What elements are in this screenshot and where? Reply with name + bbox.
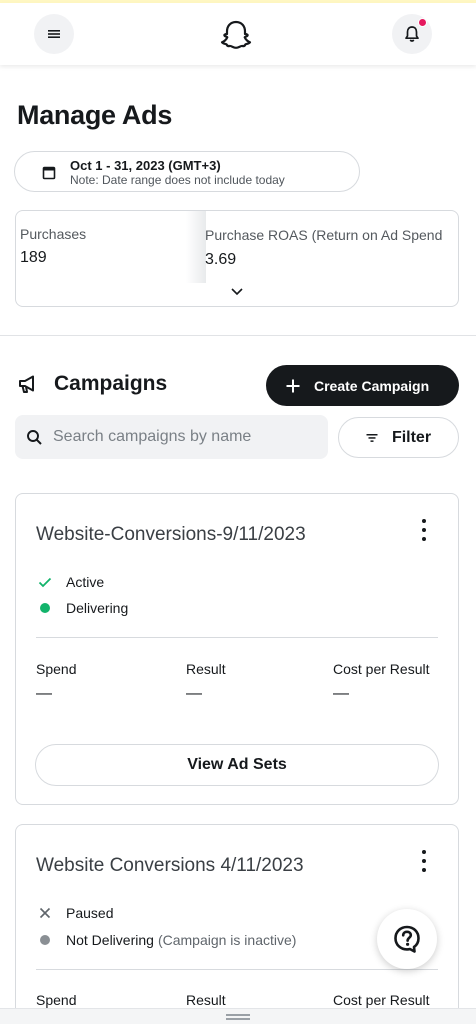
more-options-icon[interactable] — [416, 517, 432, 543]
menu-button[interactable] — [34, 14, 74, 54]
bottom-sheet-handle[interactable] — [0, 1008, 476, 1024]
spend-label: Spend — [36, 992, 77, 1008]
filter-button[interactable]: Filter — [338, 417, 459, 458]
cost-per-result-value: — — [333, 685, 349, 702]
campaign-name[interactable]: Website Conversions 4/11/2023 — [36, 855, 304, 877]
not-delivering-dot-icon — [40, 935, 50, 945]
page-title: Manage Ads — [17, 100, 173, 130]
spend-label: Spend — [36, 661, 77, 677]
bell-icon — [405, 26, 419, 42]
result-label: Result — [186, 992, 226, 1008]
notification-dot — [418, 18, 427, 27]
campaign-status: Paused — [38, 905, 113, 921]
create-campaign-button[interactable]: Create Campaign — [266, 365, 459, 406]
metric-purchases-value: 189 — [20, 249, 47, 266]
view-ad-sets-button[interactable]: View Ad Sets — [35, 744, 439, 786]
campaigns-heading: Campaigns — [17, 372, 167, 396]
cost-per-result-label: Cost per Result — [333, 661, 430, 677]
filter-label: Filter — [391, 428, 432, 446]
more-options-icon[interactable] — [416, 848, 432, 874]
calendar-icon — [42, 166, 56, 180]
campaign-status: Active — [38, 574, 104, 590]
campaign-card: Website-Conversions-9/11/2023 Active Del… — [15, 493, 459, 805]
campaign-delivery: Delivering — [38, 600, 128, 616]
result-label: Result — [186, 661, 226, 677]
notifications-button[interactable] — [392, 14, 432, 54]
help-button[interactable] — [377, 909, 437, 969]
app-header — [0, 3, 476, 65]
megaphone-icon — [19, 375, 34, 393]
delivery-label: Not Delivering — [66, 932, 154, 948]
status-label: Active — [66, 574, 105, 590]
section-divider — [0, 335, 476, 336]
date-range-picker[interactable]: Oct 1 - 31, 2023 (GMT+3) Note: Date rang… — [14, 151, 360, 192]
search-icon — [27, 429, 42, 445]
handle-line — [226, 1014, 250, 1016]
card-separator — [36, 637, 438, 638]
date-range-note: Note: Date range does not include today — [70, 173, 285, 187]
chevron-down-icon[interactable] — [230, 287, 244, 296]
filter-icon — [366, 433, 378, 442]
spend-value: — — [36, 685, 52, 702]
cost-per-result-label: Cost per Result — [333, 992, 430, 1008]
delivery-label: Delivering — [66, 600, 129, 616]
handle-line — [226, 1018, 250, 1020]
create-campaign-label: Create Campaign — [314, 377, 430, 394]
metrics-card: Purchases 189 Purchase ROAS (Return on A… — [15, 210, 459, 307]
help-question-icon — [394, 925, 420, 953]
card-separator — [36, 969, 438, 970]
result-value: — — [186, 685, 202, 702]
metric-purchases-label: Purchases — [20, 226, 87, 242]
hamburger-icon — [48, 30, 60, 38]
metric-roas-label: Purchase ROAS (Return on Ad Spend — [205, 227, 443, 243]
ghost-logo-icon[interactable] — [219, 19, 253, 51]
plus-icon — [286, 379, 300, 392]
campaign-delivery: Not Delivering (Campaign is inactive) — [38, 932, 296, 948]
check-icon — [38, 577, 52, 587]
search-input[interactable] — [53, 428, 313, 446]
status-label: Paused — [66, 905, 114, 921]
metric-roas-value: 3.69 — [205, 251, 237, 268]
metric-scroll-fade — [186, 211, 206, 283]
date-range-label: Oct 1 - 31, 2023 (GMT+3) — [70, 158, 221, 173]
search-box — [15, 415, 328, 459]
x-icon — [39, 907, 51, 919]
delivery-note: (Campaign is inactive) — [157, 932, 297, 948]
delivering-dot-icon — [40, 603, 50, 613]
campaigns-title: Campaigns — [54, 372, 168, 395]
campaign-name[interactable]: Website-Conversions-9/11/2023 — [36, 524, 306, 546]
